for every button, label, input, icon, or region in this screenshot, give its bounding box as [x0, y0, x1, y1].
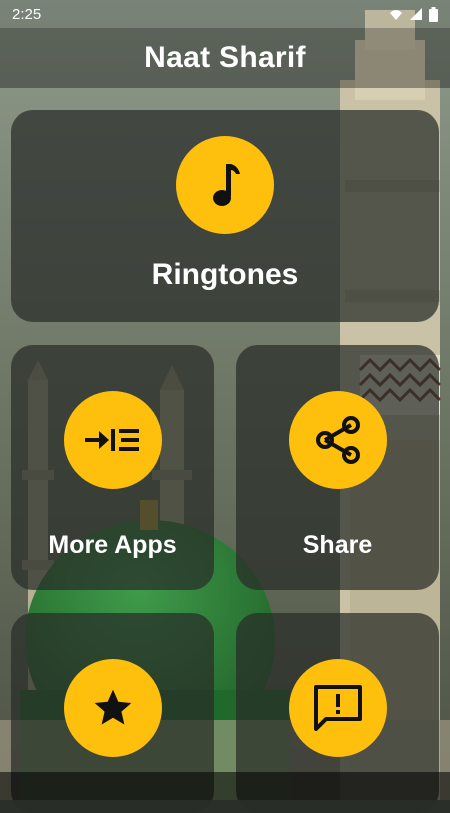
share-label: Share: [302, 531, 373, 559]
share-icon: [315, 416, 360, 464]
ringtones-label: Ringtones: [151, 258, 299, 291]
app-bar: Naat Sharif: [0, 28, 450, 88]
star-icon: [94, 689, 131, 725]
page-title: Naat Sharif: [144, 41, 306, 74]
wifi-icon: [390, 10, 402, 20]
ringtones-button[interactable]: Ringtones: [11, 110, 439, 322]
status-bar: 2:25: [0, 0, 450, 28]
status-icons: [389, 6, 438, 22]
feedback-icon: [313, 685, 362, 731]
more-apps-button[interactable]: More Apps: [11, 345, 214, 590]
rate-icon-circle: [63, 659, 162, 757]
feedback-icon-circle: [288, 659, 387, 757]
status-time: 2:25: [12, 5, 42, 23]
music-note-icon: [213, 164, 240, 206]
more-apps-icon: [84, 429, 139, 451]
share-button[interactable]: Share: [236, 345, 439, 590]
battery-icon: [429, 6, 438, 22]
more-apps-icon-circle: [63, 391, 162, 489]
ringtones-icon-circle: [176, 136, 274, 234]
share-icon-circle: [288, 391, 387, 489]
navigation-bar: [0, 772, 450, 800]
more-apps-label: More Apps: [48, 531, 177, 559]
signal-icon: [410, 8, 422, 20]
